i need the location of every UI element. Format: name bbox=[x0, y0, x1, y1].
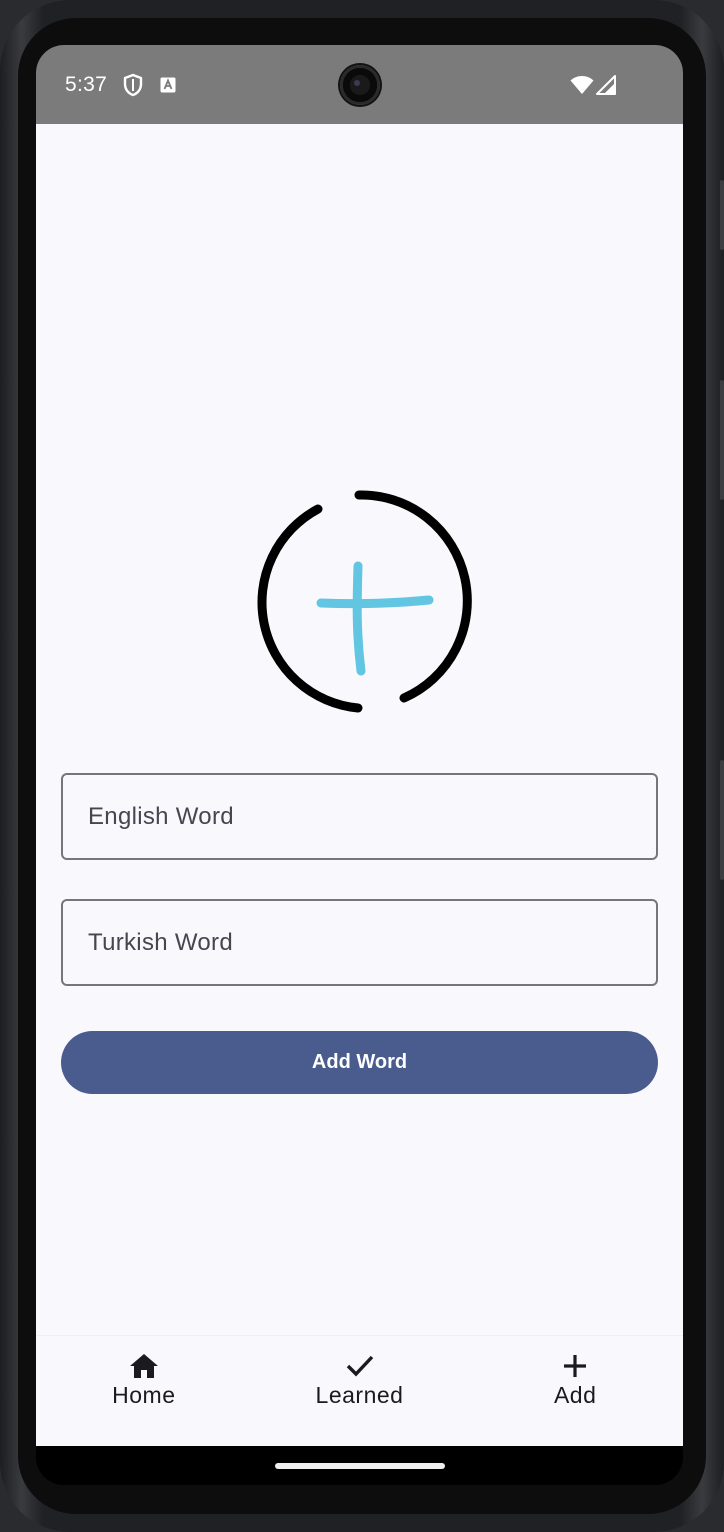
add-circle-icon bbox=[257, 490, 472, 713]
add-word-button[interactable]: Add Word bbox=[61, 1031, 658, 1094]
side-button-lower bbox=[720, 760, 724, 880]
turkish-word-field[interactable] bbox=[61, 899, 658, 986]
status-time: 5:37 bbox=[65, 73, 108, 96]
nav-item-add[interactable]: Add bbox=[467, 1336, 683, 1446]
add-word-screen: Add Word bbox=[36, 124, 683, 1335]
a-badge-icon bbox=[160, 77, 176, 93]
check-icon bbox=[346, 1355, 373, 1377]
shield-icon bbox=[123, 73, 143, 97]
nav-item-label: Add bbox=[553, 1382, 597, 1408]
nav-item-label: Learned bbox=[315, 1382, 404, 1408]
status-bar: 5:37 bbox=[36, 45, 683, 124]
gesture-navigation-area bbox=[36, 1446, 683, 1485]
signal-icon bbox=[596, 75, 616, 95]
gesture-handle[interactable] bbox=[275, 1463, 445, 1469]
english-word-input[interactable] bbox=[88, 802, 656, 831]
side-button-top bbox=[720, 180, 724, 250]
home-icon bbox=[129, 1354, 158, 1378]
turkish-word-input[interactable] bbox=[88, 928, 656, 957]
nav-item-learned[interactable]: Learned bbox=[252, 1336, 468, 1446]
front-camera bbox=[340, 65, 380, 105]
side-button-middle bbox=[720, 380, 724, 500]
bottom-navigation: Home Learned Add bbox=[36, 1335, 683, 1446]
wifi-icon bbox=[570, 76, 594, 94]
nav-item-home[interactable]: Home bbox=[36, 1336, 252, 1446]
english-word-field[interactable] bbox=[61, 773, 658, 860]
phone-screen: 5:37 Add Word bbox=[36, 45, 683, 1485]
plus-icon bbox=[564, 1355, 587, 1377]
nav-item-label: Home bbox=[112, 1382, 176, 1408]
